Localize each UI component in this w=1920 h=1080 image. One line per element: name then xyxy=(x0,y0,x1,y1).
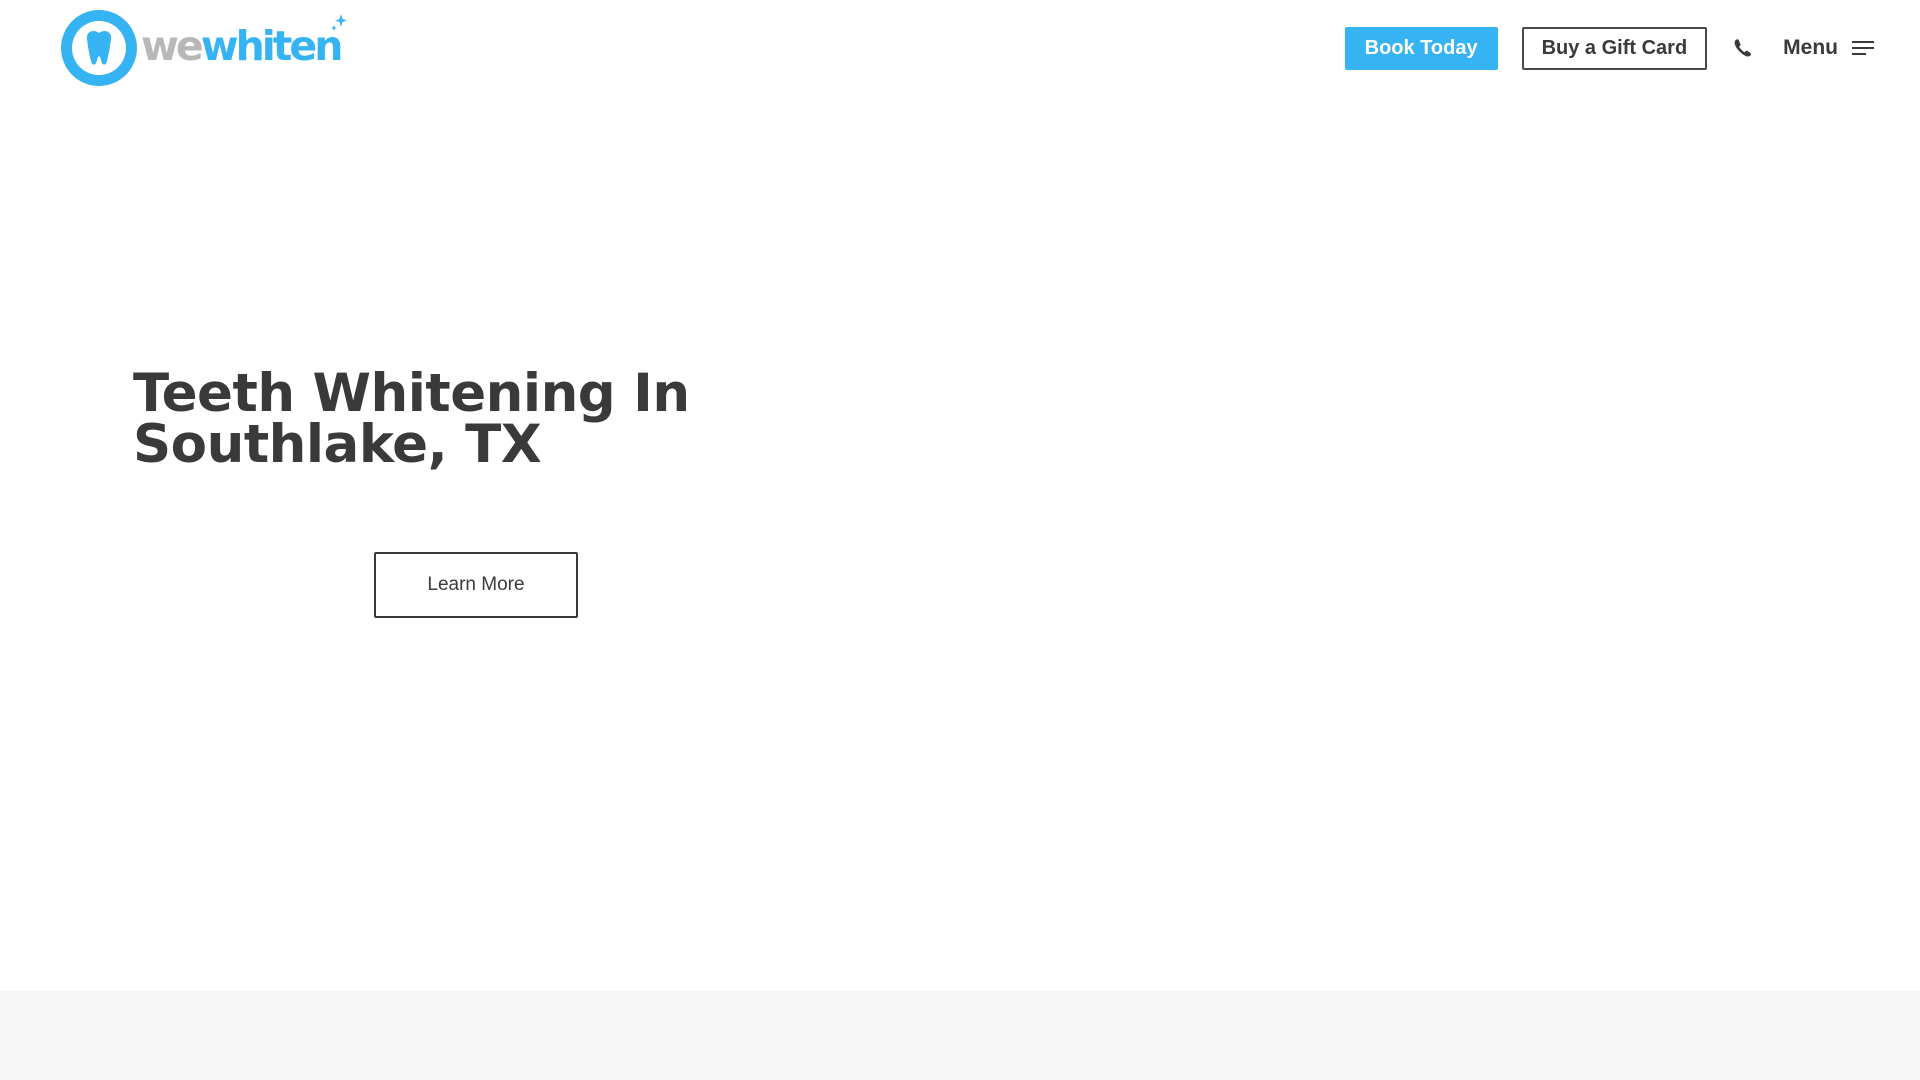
phone-icon[interactable] xyxy=(1731,36,1755,60)
menu-label: Menu xyxy=(1783,36,1838,59)
gift-card-button[interactable]: Buy a Gift Card xyxy=(1521,26,1708,70)
book-today-button[interactable]: Book Today xyxy=(1344,26,1498,70)
page: wewhiten Book Today Buy a Gift Card Menu xyxy=(0,0,1920,1080)
logo-wordmark: wewhiten xyxy=(141,13,348,67)
sparkle-icon xyxy=(331,13,348,31)
hero-title: Teeth Whitening In Southlake, TX xyxy=(133,367,833,471)
hero-title-line2: Southlake, TX xyxy=(133,414,542,475)
site-logo[interactable]: wewhiten xyxy=(60,9,348,87)
hamburger-icon xyxy=(1852,41,1874,55)
learn-more-button[interactable]: Learn More xyxy=(374,552,578,618)
logo-text-whiten: whiten xyxy=(200,21,344,70)
tooth-logo-icon xyxy=(61,10,137,86)
header-nav: Book Today Buy a Gift Card Menu xyxy=(1344,26,1876,70)
logo-text-we: we xyxy=(141,21,204,70)
next-section-band xyxy=(0,991,1920,1080)
site-header: wewhiten Book Today Buy a Gift Card Menu xyxy=(0,0,1920,96)
menu-toggle[interactable]: Menu xyxy=(1783,36,1876,60)
